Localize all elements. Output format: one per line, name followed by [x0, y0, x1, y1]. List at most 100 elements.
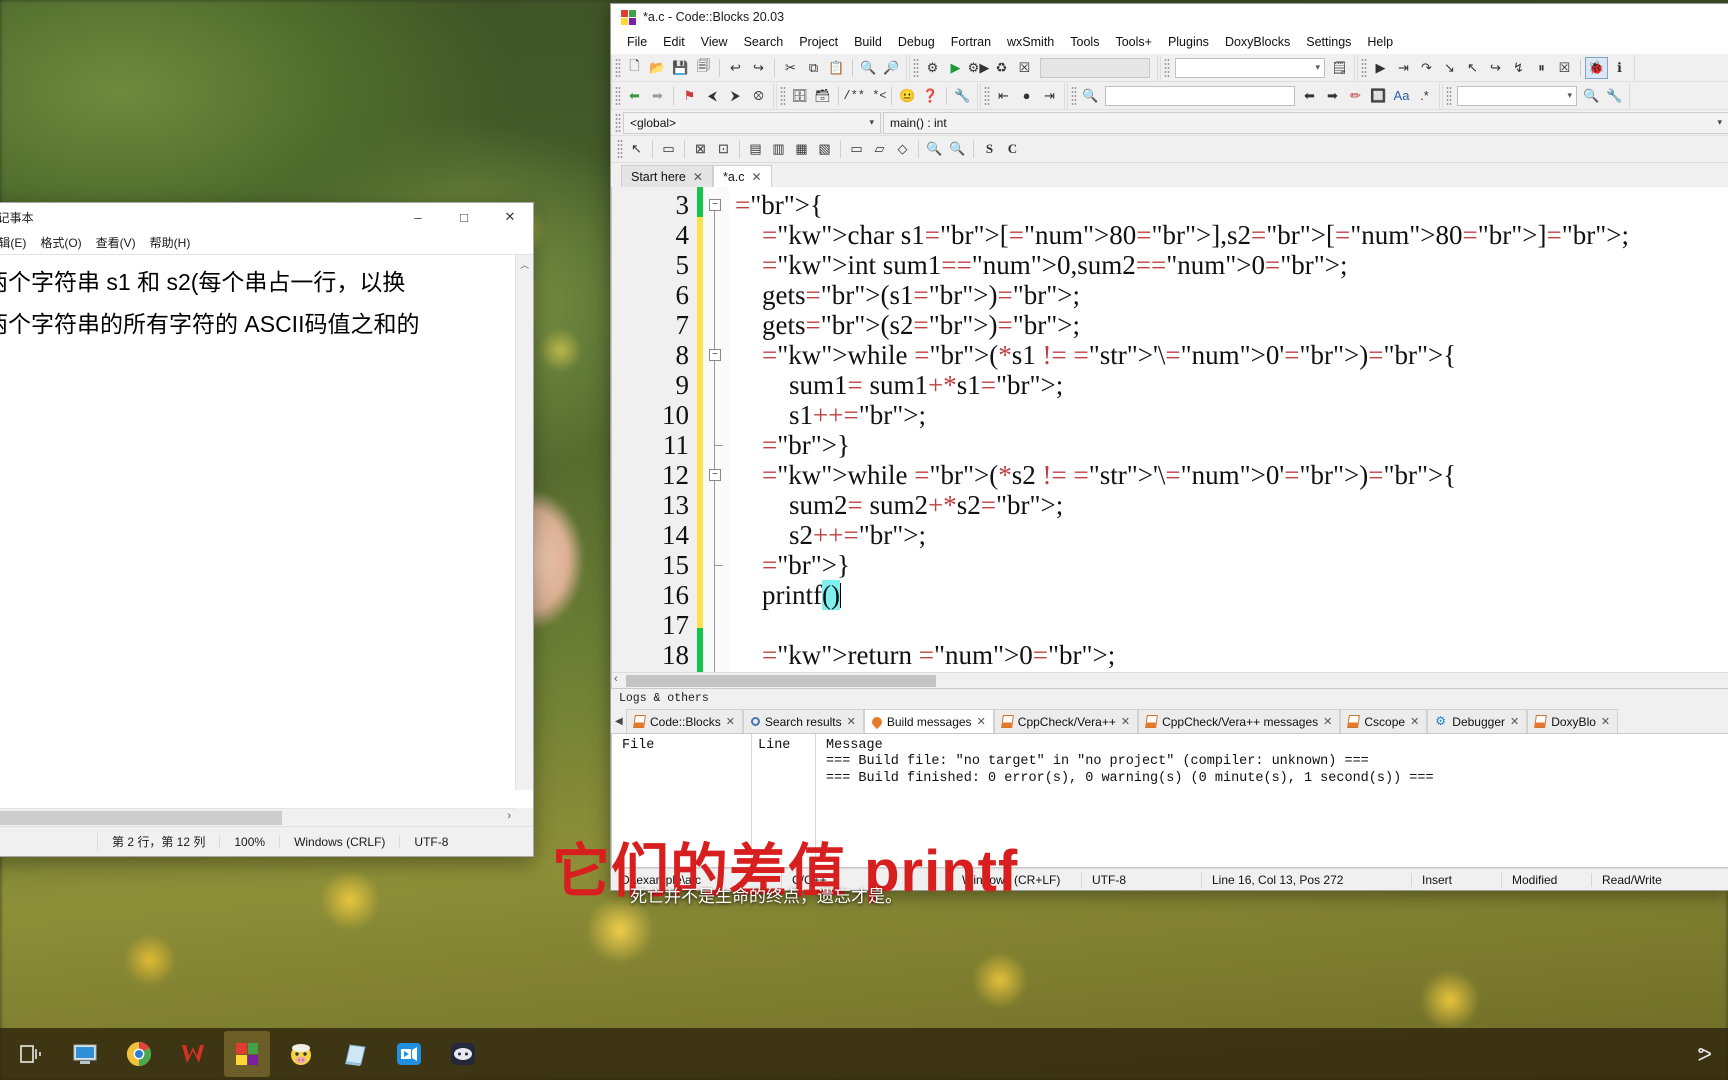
code-line[interactable]: ="kw">while ="br">(*s2 != ="str">'\="num… [729, 460, 1728, 490]
undo-icon[interactable]: ↩ [724, 57, 747, 79]
close-icon[interactable]: ✕ [1601, 715, 1610, 728]
toolbar-file-group[interactable]: 🗋 📂 💾 🗐 ↩ ↪ ✂ ⧉ 📋 🔍 🔎 [611, 54, 907, 81]
code-line[interactable]: sum1= sum1+*s1="br">; [729, 370, 1728, 400]
taskbar-file-explorer-button[interactable] [62, 1031, 108, 1077]
taskbar-video-player-button[interactable] [386, 1031, 432, 1077]
fold-toggle-icon[interactable]: − [709, 199, 721, 211]
scrollbar-thumb[interactable] [626, 675, 936, 687]
minimize-icon[interactable]: – [395, 203, 441, 231]
fortran-jump-forward-icon[interactable]: ⇥ [1038, 85, 1061, 107]
build-log-icon[interactable]: 🗒 [1328, 57, 1351, 79]
debug-run-to-cursor-icon[interactable]: ⇥ [1392, 57, 1415, 79]
toolbar-grip[interactable] [615, 85, 621, 106]
find-icon[interactable]: 🔍 [857, 57, 880, 79]
notepad-vertical-scrollbar[interactable]: ︿ [515, 255, 533, 790]
select-source-icon[interactable]: S [978, 138, 1001, 160]
replace-icon[interactable]: 🔎 [880, 57, 903, 79]
taskbar-notepad-button[interactable] [332, 1031, 378, 1077]
code-line[interactable]: ="br">{ [729, 190, 1728, 220]
menu-settings[interactable]: Settings [1298, 33, 1359, 51]
code-line[interactable]: s1++="br">; [729, 400, 1728, 430]
notepad-text-area[interactable]: 输入两个字符串 s1 和 s2(每个串占一行，以换 计算两个字符串的所有字符的 … [0, 255, 533, 808]
align-left-icon[interactable]: ▤ [744, 138, 767, 160]
debug-step-instruction-icon[interactable]: ↯ [1507, 57, 1530, 79]
rebuild-icon[interactable]: ♻ [990, 57, 1013, 79]
cut-icon[interactable]: ✂ [779, 57, 802, 79]
menu-project[interactable]: Project [791, 33, 846, 51]
notepad-titlebar[interactable]: prob.txt - 记事本 – □ ✕ [0, 203, 533, 231]
menu-search[interactable]: Search [736, 33, 792, 51]
menu-file[interactable]: File [619, 33, 655, 51]
taskbar-task-view-button[interactable] [8, 1031, 54, 1077]
incremental-search-icon[interactable]: 🔍 [1079, 85, 1102, 107]
symbols-icon[interactable]: 🗃 [811, 85, 834, 107]
menu-help[interactable]: Help [1359, 33, 1401, 51]
align-justify-icon[interactable]: ▧ [813, 138, 836, 160]
notepad-window-controls[interactable]: – □ ✕ [395, 203, 533, 231]
zoom-in-icon[interactable]: 🔍 [923, 138, 946, 160]
fortran-jump-back-icon[interactable]: ⇤ [992, 85, 1015, 107]
clear-bookmarks-icon[interactable]: ⮾ [747, 85, 770, 107]
search-next-icon[interactable]: ➡ [1321, 85, 1344, 107]
doxyblocks-settings-icon[interactable]: 🔧 [951, 85, 974, 107]
log-tab-cppcheck-vera[interactable]: CppCheck/Vera++ ✕ [993, 709, 1139, 733]
copy-icon[interactable]: ⧉ [802, 57, 825, 79]
expand-both-icon[interactable]: ◇ [891, 138, 914, 160]
menu-plugins[interactable]: Plugins [1160, 33, 1217, 51]
log-tab-doxyblo[interactable]: DoxyBlo ✕ [1527, 709, 1619, 733]
toolbar-grip[interactable] [615, 57, 621, 78]
notepad-horizontal-scrollbar[interactable]: › [0, 808, 515, 826]
save-all-icon[interactable]: 🗐 [692, 57, 715, 79]
chevron-down-icon[interactable]: ▾ [1567, 90, 1576, 101]
toolbar-search-group[interactable]: 🔍 ⬅ ➡ ✏ 🔲 Aa .* [1067, 82, 1440, 109]
expand-vertical-icon[interactable]: ▱ [868, 138, 891, 160]
notepad-menu-help[interactable]: 帮助(H) [150, 234, 191, 251]
doxyblocks-comment-icon[interactable]: /** *< [843, 85, 887, 107]
menu-doxyblocks[interactable]: DoxyBlocks [1217, 33, 1298, 51]
debug-break-icon[interactable]: ⏸ [1530, 57, 1553, 79]
search-prev-icon[interactable]: ⬅ [1298, 85, 1321, 107]
match-case-icon[interactable]: Aa [1390, 85, 1413, 107]
expand-horizontal-icon[interactable]: ▭ [845, 138, 868, 160]
toolbar-grip[interactable] [1446, 85, 1452, 106]
maximize-icon[interactable]: □ [441, 203, 487, 231]
chevron-down-icon[interactable]: ▾ [1717, 117, 1722, 128]
align-center-icon[interactable]: ▥ [767, 138, 790, 160]
paste-icon[interactable]: 📋 [825, 57, 848, 79]
toolbar-grip[interactable] [984, 85, 990, 106]
doxyblocks-run-icon[interactable]: 😐 [896, 85, 919, 107]
code-line[interactable]: s2++="br">; [729, 520, 1728, 550]
debug-step-into-icon[interactable]: ↘ [1438, 57, 1461, 79]
log-tab-build-messages[interactable]: Build messages ✕ [863, 709, 994, 733]
menu-tools[interactable]: Tools [1062, 33, 1107, 51]
chevron-right-icon[interactable]: › [507, 810, 511, 822]
taskbar-chrome-button[interactable] [116, 1031, 162, 1077]
taskbar-discord-button[interactable] [440, 1031, 486, 1077]
code-line[interactable]: ="kw">int sum1=="num">0,sum2=="num">0="b… [729, 250, 1728, 280]
windows-taskbar[interactable]: ᕗ [0, 1028, 1728, 1080]
taskbar-codeblocks-button[interactable] [224, 1031, 270, 1077]
debug-stop-icon[interactable]: ☒ [1553, 57, 1576, 79]
notepad-menubar[interactable]: 件(F) 编辑(E) 格式(O) 查看(V) 帮助(H) [0, 231, 533, 255]
close-icon[interactable]: ✕ [726, 715, 735, 728]
debug-step-out-icon[interactable]: ↖ [1461, 57, 1484, 79]
scope-toolbar[interactable]: <global> ▾ main() : int ▾ [611, 110, 1728, 136]
chevron-left-icon[interactable]: ‹ [614, 673, 618, 685]
toolbar-grip[interactable] [913, 57, 919, 78]
log-tab-search-results[interactable]: Search results ✕ [742, 709, 864, 733]
wxsmith-toolbar[interactable]: ↖ ▭ ⊠ ⊡ ▤ ▥ ▦ ▧ ▭ ▱ ◇ 🔍 🔍 S C [611, 136, 1728, 163]
editor-horizontal-scrollbar[interactable]: ‹ [612, 672, 1728, 688]
toolbar-compiler-group[interactable]: ⚙ ▶ ⚙▶ ♻ ☒ [909, 54, 1158, 81]
close-icon[interactable]: ✕ [693, 170, 703, 184]
scrollbar-thumb[interactable] [0, 811, 282, 825]
toolbar-grip[interactable] [1164, 57, 1170, 78]
code-line[interactable]: ="br">} [729, 430, 1728, 460]
open-file-icon[interactable]: 📂 [646, 57, 669, 79]
class-browser-icon[interactable]: 🗄 [788, 85, 811, 107]
toolbar-fortran-group[interactable]: ⇤ ● ⇥ [980, 82, 1065, 109]
debug-next-line-icon[interactable]: ↷ [1415, 57, 1438, 79]
code-line[interactable] [729, 610, 1728, 640]
menu-tools-plus[interactable]: Tools+ [1107, 33, 1159, 51]
log-tab-cppcheck-vera-messages[interactable]: CppCheck/Vera++ messages ✕ [1138, 709, 1341, 733]
goto-search-icon[interactable]: 🔍 [1580, 85, 1603, 107]
